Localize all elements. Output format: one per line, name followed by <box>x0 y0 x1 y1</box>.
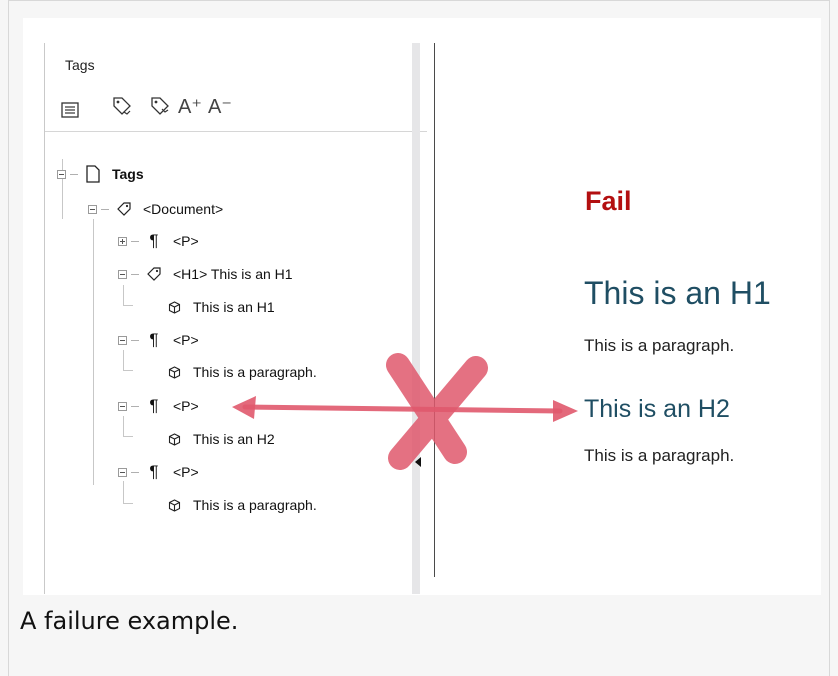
figure-caption: A failure example. <box>20 607 239 635</box>
mismatch-annotation <box>232 353 578 470</box>
double-arrow-icon <box>232 396 578 422</box>
